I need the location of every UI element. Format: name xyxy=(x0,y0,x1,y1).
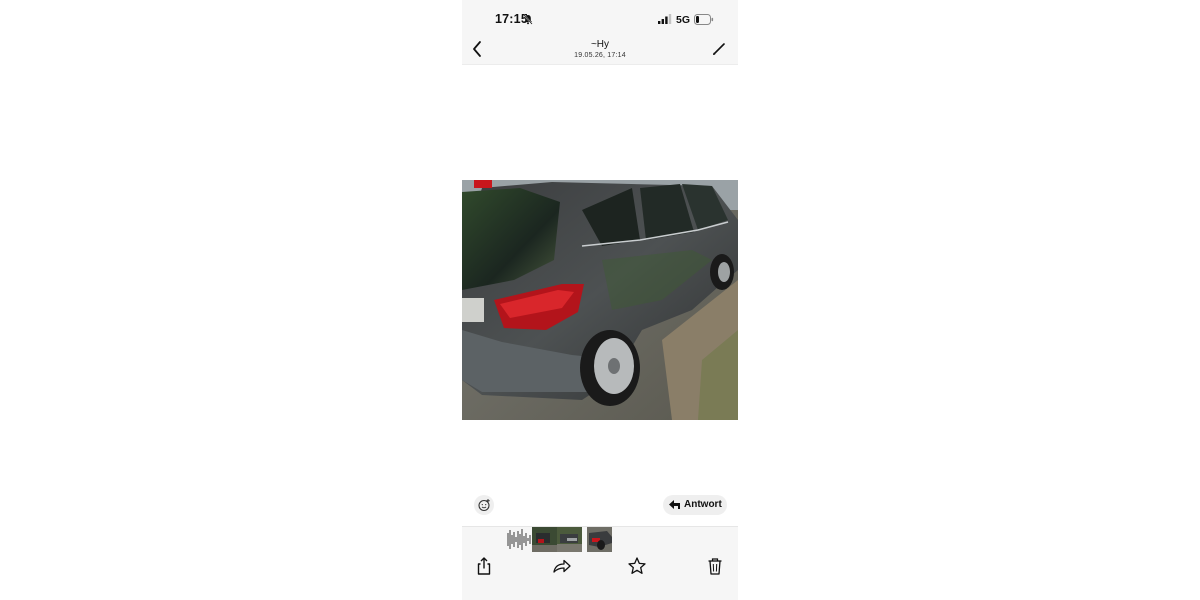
audio-waveform-thumbnail[interactable] xyxy=(506,527,532,552)
signal-icon xyxy=(658,14,672,24)
add-reaction-button[interactable] xyxy=(474,495,494,515)
reply-button[interactable]: Antwort xyxy=(663,495,727,515)
message-timestamp: 19.05.26, 17:14 xyxy=(574,52,626,59)
photo-thumbnail[interactable] xyxy=(532,527,557,552)
reply-arrow-icon xyxy=(669,500,680,509)
forward-icon[interactable] xyxy=(551,555,573,577)
star-icon[interactable] xyxy=(626,555,648,577)
share-icon[interactable] xyxy=(473,555,495,577)
bell-slash-icon xyxy=(523,14,533,25)
battery-icon xyxy=(694,14,714,25)
top-bar: 17:15 5G ~Hy 19.05.26, 17:14 xyxy=(462,0,738,65)
car-photo[interactable] xyxy=(462,180,738,420)
photo-image xyxy=(462,180,738,420)
photo-thumbnail[interactable] xyxy=(557,527,582,552)
pencil-icon[interactable] xyxy=(710,40,728,58)
photo-thumbnail-current[interactable] xyxy=(587,527,612,552)
bottom-toolbar xyxy=(462,526,738,600)
reply-label: Antwort xyxy=(684,499,722,510)
contact-name: ~Hy xyxy=(590,39,610,50)
network-type: 5G xyxy=(676,14,691,26)
media-viewer-screen: 17:15 5G ~Hy 19.05.26, 17:14 Antwort xyxy=(462,0,738,600)
chat-title: ~Hy 19.05.26, 17:14 xyxy=(462,39,738,61)
trash-icon[interactable] xyxy=(704,555,726,577)
emoji-add-icon xyxy=(478,499,490,512)
